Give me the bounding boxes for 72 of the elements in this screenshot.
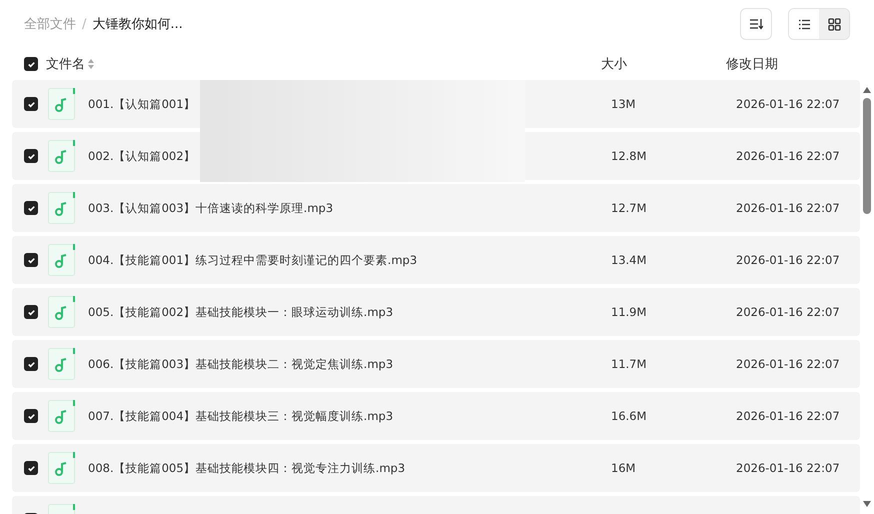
column-header[interactable]: 修改日期 bbox=[726, 55, 862, 73]
checkbox[interactable] bbox=[24, 253, 38, 267]
scroll-down-icon[interactable] bbox=[862, 500, 872, 508]
music-file-icon bbox=[48, 140, 76, 172]
grid-view-button[interactable] bbox=[819, 9, 849, 39]
checkbox[interactable] bbox=[24, 305, 38, 319]
file-name: 001.【认知篇001】 bbox=[88, 96, 196, 110]
modified-date: 2026-01-16 22:07 bbox=[736, 149, 840, 163]
scrollbar-thumb[interactable] bbox=[863, 98, 871, 214]
modified-date: 2026-01-16 22:07 bbox=[736, 461, 840, 475]
grid-icon bbox=[828, 18, 840, 30]
modified-date: 2026-01-16 22:07 bbox=[736, 357, 840, 371]
file-name: 004.【技能篇001】练习过程中需要时刻谨记的四个要素.mp3 bbox=[88, 252, 418, 266]
check-icon bbox=[26, 412, 36, 420]
modified-date: 2026-01-16 22:07 bbox=[736, 97, 840, 111]
check-icon bbox=[26, 464, 36, 472]
sort-icon bbox=[749, 18, 763, 30]
file-name: 005.【技能篇002】基础技能模块一：眼球运动训练.mp3 bbox=[88, 304, 394, 318]
music-file-icon bbox=[48, 452, 76, 484]
file-name: 002.【认知篇002】 bbox=[88, 148, 196, 162]
checkbox[interactable] bbox=[24, 409, 38, 423]
scroll-up-icon[interactable] bbox=[862, 86, 872, 94]
file-size: 12.8M bbox=[611, 149, 647, 163]
music-file-icon bbox=[48, 192, 76, 224]
checkbox[interactable] bbox=[24, 461, 38, 475]
check-icon bbox=[26, 256, 36, 264]
column-header[interactable]: 文件名 bbox=[46, 55, 85, 73]
column-header[interactable]: 大小 bbox=[601, 55, 726, 73]
music-file-icon bbox=[48, 88, 76, 120]
file-name: 006.【技能篇003】基础技能模块二：视觉定焦训练.mp3 bbox=[88, 356, 394, 370]
check-icon bbox=[26, 360, 36, 368]
sort-button[interactable] bbox=[740, 8, 772, 40]
file-row[interactable]: 002.【认知篇002】 12.8M 2026-01-16 22:07 bbox=[12, 132, 860, 180]
check-icon bbox=[26, 308, 36, 316]
check-icon bbox=[26, 100, 36, 108]
music-file-icon bbox=[48, 244, 76, 276]
checkbox[interactable] bbox=[24, 149, 38, 163]
file-size: 16.6M bbox=[611, 409, 647, 423]
file-row[interactable]: 007.【技能篇004】基础技能模块三：视觉幅度训练.mp3 16.6M 2026-01-16 22:07 bbox=[12, 392, 860, 440]
file-size: 13M bbox=[611, 97, 636, 111]
file-size: 12.7M bbox=[611, 201, 647, 215]
file-row[interactable]: 001.【认知篇001】 13M 2026-01-16 22:07 bbox=[12, 80, 860, 128]
file-row[interactable]: 006.【技能篇003】基础技能模块二：视觉定焦训练.mp3 11.7M 2026-01-16 22:07 bbox=[12, 340, 860, 388]
checkbox[interactable] bbox=[24, 97, 38, 111]
breadcrumb-item[interactable]: 大锤教你如何... bbox=[92, 15, 183, 33]
checkbox[interactable] bbox=[24, 57, 38, 71]
modified-date: 2026-01-16 22:07 bbox=[736, 305, 840, 319]
check-icon bbox=[26, 60, 36, 68]
check-icon bbox=[26, 204, 36, 212]
file-row[interactable]: 003.【认知篇003】十倍速读的科学原理.mp3 12.7M 2026-01-16 22:07 bbox=[12, 184, 860, 232]
music-file-icon bbox=[48, 400, 76, 432]
file-size: 11.9M bbox=[611, 305, 647, 319]
modified-date: 2026-01-16 22:07 bbox=[736, 201, 840, 215]
file-name: 007.【技能篇004】基础技能模块三：视觉幅度训练.mp3 bbox=[88, 408, 394, 422]
file-name: 008.【技能篇005】基础技能模块四：视觉专注力训练.mp3 bbox=[88, 460, 406, 474]
breadcrumb-separator: / bbox=[82, 16, 86, 32]
sort-icon bbox=[88, 59, 94, 69]
list-icon bbox=[798, 18, 810, 30]
file-row[interactable]: 004.【技能篇001】练习过程中需要时刻谨记的四个要素.mp3 13.4M 2026-01-16 22:07 bbox=[12, 236, 860, 284]
file-size: 16M bbox=[611, 461, 636, 475]
checkbox[interactable] bbox=[24, 357, 38, 371]
checkbox[interactable] bbox=[24, 201, 38, 215]
modified-date: 2026-01-16 22:07 bbox=[736, 409, 840, 423]
check-icon bbox=[26, 152, 36, 160]
music-file-icon bbox=[48, 348, 76, 380]
file-name: 003.【认知篇003】十倍速读的科学原理.mp3 bbox=[88, 200, 334, 214]
music-file-icon bbox=[48, 296, 76, 328]
file-row[interactable]: 008.【技能篇005】基础技能模块四：视觉专注力训练.mp3 16M 2026-01-16 22:07 bbox=[12, 444, 860, 492]
file-row[interactable]: 005.【技能篇002】基础技能模块一：眼球运动训练.mp3 11.9M 2026-01-16 22:07 bbox=[12, 288, 860, 336]
file-size: 13.4M bbox=[611, 253, 647, 267]
file-size: 11.7M bbox=[611, 357, 647, 371]
modified-date: 2026-01-16 22:07 bbox=[736, 253, 840, 267]
